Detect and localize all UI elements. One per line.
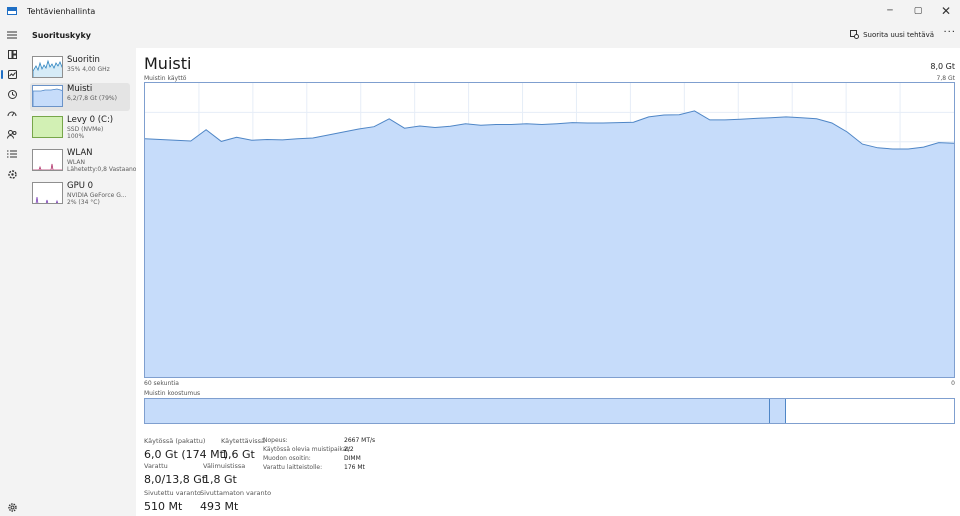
navigation-rail bbox=[0, 22, 24, 516]
close-button[interactable]: ✕ bbox=[932, 0, 960, 22]
detail-slots-value: 2/2 bbox=[344, 446, 354, 453]
time-axis-right-label: 0 bbox=[951, 380, 955, 387]
run-new-task-button[interactable]: Suorita uusi tehtävä bbox=[850, 30, 934, 39]
startup-apps-icon[interactable] bbox=[4, 106, 20, 122]
page-title: Suorituskyky bbox=[32, 31, 91, 40]
sidebar-item-disk-type: SSD (NVMe) bbox=[67, 126, 104, 133]
window-controls: ─ ▢ ✕ bbox=[876, 0, 960, 22]
detail-hardware-reserved-key: Varattu laitteistolle: bbox=[263, 464, 323, 471]
detail-form-factor-value: DIMM bbox=[344, 455, 361, 462]
stat-cached-label: Välimuistissa bbox=[203, 462, 246, 470]
sidebar-item-disk-label: Levy 0 (C:) bbox=[67, 115, 114, 125]
memory-details-values: 2667 MT/s 2/2 DIMM 176 Mt bbox=[344, 436, 375, 472]
memory-total: 8,0 Gt bbox=[930, 62, 955, 71]
sidebar-item-wlan-label: WLAN bbox=[67, 148, 93, 158]
detail-form-factor-key: Muodon osoitin: bbox=[263, 455, 311, 462]
stat-available-value: 1,6 Gt bbox=[221, 448, 255, 461]
stat-cached-value: 1,8 Gt bbox=[203, 473, 237, 486]
maximize-button[interactable]: ▢ bbox=[904, 0, 932, 22]
sidebar-item-disk[interactable]: Levy 0 (C:) SSD (NVMe) 100% bbox=[30, 114, 130, 142]
stat-committed: Varattu 8,0/13,8 Gt bbox=[144, 462, 206, 486]
memory-composition-label: Muistin koostumus bbox=[144, 390, 201, 397]
memory-details-keys: Nopeus: Käytössä olevia muistipaikat: Mu… bbox=[263, 436, 351, 472]
memory-title: Muisti bbox=[144, 54, 192, 73]
detail-slots-key: Käytössä olevia muistipaikat: bbox=[263, 446, 351, 453]
sidebar-item-cpu-usage: 35% 4,00 GHz bbox=[67, 66, 110, 73]
cpu-thumbnail-graph bbox=[32, 56, 63, 78]
task-manager-app-icon bbox=[7, 7, 17, 15]
run-new-task-label: Suorita uusi tehtävä bbox=[863, 30, 934, 39]
sidebar-item-wlan-throughput: Lähetetty:0,8 Vastaanot bbox=[67, 166, 139, 173]
sidebar-item-cpu[interactable]: Suoritin 35% 4,00 GHz bbox=[30, 54, 130, 82]
time-axis-left-label: 60 sekuntia bbox=[144, 380, 179, 387]
composition-in-use-segment bbox=[145, 399, 770, 423]
memory-usage-chart-svg bbox=[144, 83, 955, 378]
sidebar-item-cpu-label: Suoritin bbox=[67, 55, 100, 65]
stat-nonpaged-pool-label: Sivuttamaton varanto bbox=[200, 489, 272, 497]
detail-speed-value: 2667 MT/s bbox=[344, 437, 376, 444]
memory-composition-bar bbox=[144, 398, 955, 424]
minimize-button[interactable]: ─ bbox=[876, 0, 904, 22]
performance-icon[interactable] bbox=[1, 66, 20, 82]
stat-paged-pool-value: 510 Mt bbox=[144, 500, 183, 513]
memory-panel: Muisti 8,0 Gt Muistin käyttö 7,8 Gt 60 s… bbox=[136, 48, 960, 516]
stat-available: Käytettävissä 1,6 Gt bbox=[221, 437, 265, 461]
app-history-icon[interactable] bbox=[4, 86, 20, 102]
memory-usage-chart bbox=[144, 82, 955, 378]
sidebar-item-disk-usage: 100% bbox=[67, 133, 85, 140]
sidebar-item-gpu-usage: 2% (34 °C) bbox=[67, 199, 100, 206]
stat-nonpaged-pool: Sivuttamaton varanto 493 Mt bbox=[200, 489, 271, 513]
details-list-icon[interactable] bbox=[4, 146, 20, 162]
gpu-thumbnail-graph bbox=[32, 182, 63, 204]
settings-gear-icon[interactable] bbox=[4, 499, 20, 515]
more-options-button[interactable]: ··· bbox=[943, 27, 956, 38]
detail-speed-key: Nopeus: bbox=[263, 437, 288, 444]
users-icon[interactable] bbox=[4, 126, 20, 142]
performance-sidebar: Suoritin 35% 4,00 GHz Muisti 6,2/7,8 Gt … bbox=[24, 48, 139, 516]
disk-thumbnail-graph bbox=[32, 116, 63, 138]
memory-usage-label: Muistin käyttö bbox=[144, 75, 187, 82]
page-header: Suorituskyky Suorita uusi tehtävä ··· bbox=[24, 22, 960, 48]
sidebar-item-memory-label: Muisti bbox=[67, 84, 93, 94]
window-title: Tehtävienhallinta bbox=[27, 6, 96, 16]
sidebar-item-gpu[interactable]: GPU 0 NVIDIA GeForce G... 2% (34 °C) bbox=[30, 180, 130, 208]
stat-committed-label: Varattu bbox=[144, 462, 168, 470]
services-icon[interactable] bbox=[4, 166, 20, 182]
stat-available-label: Käytettävissä bbox=[221, 437, 266, 445]
memory-usage-max: 7,8 Gt bbox=[936, 75, 955, 82]
memory-thumbnail-graph bbox=[32, 85, 63, 107]
memory-usage-area bbox=[145, 110, 954, 378]
title-bar: Tehtävienhallinta ─ ▢ ✕ bbox=[0, 0, 960, 22]
sidebar-item-gpu-label: GPU 0 bbox=[67, 181, 94, 191]
stat-paged-pool-label: Sivutettu varanto bbox=[144, 489, 201, 497]
processes-icon[interactable] bbox=[4, 46, 20, 62]
sidebar-item-gpu-model: NVIDIA GeForce G... bbox=[67, 192, 127, 199]
wlan-thumbnail-graph bbox=[32, 149, 63, 171]
detail-hardware-reserved-value: 176 Mt bbox=[344, 464, 365, 471]
stat-nonpaged-pool-value: 493 Mt bbox=[200, 500, 239, 513]
sidebar-item-wlan[interactable]: WLAN WLAN Lähetetty:0,8 Vastaanot bbox=[30, 147, 139, 175]
stat-paged-pool: Sivutettu varanto 510 Mt bbox=[144, 489, 201, 513]
stat-in-use-label: Käytössä (pakattu) bbox=[144, 437, 206, 445]
hamburger-menu-icon[interactable] bbox=[4, 27, 20, 43]
sidebar-item-wlan-adapter: WLAN bbox=[67, 159, 86, 166]
stat-cached: Välimuistissa 1,8 Gt bbox=[203, 462, 245, 486]
sidebar-item-memory-usage: 6,2/7,8 Gt (79%) bbox=[67, 95, 117, 102]
stat-in-use-value: 6,0 Gt (174 Mt) bbox=[144, 448, 229, 461]
stat-in-use: Käytössä (pakattu) 6,0 Gt (174 Mt) bbox=[144, 437, 228, 461]
sidebar-item-memory[interactable]: Muisti 6,2/7,8 Gt (79%) bbox=[30, 83, 130, 111]
composition-modified-segment bbox=[769, 399, 786, 423]
stat-committed-value: 8,0/13,8 Gt bbox=[144, 473, 207, 486]
run-task-icon bbox=[850, 30, 860, 39]
